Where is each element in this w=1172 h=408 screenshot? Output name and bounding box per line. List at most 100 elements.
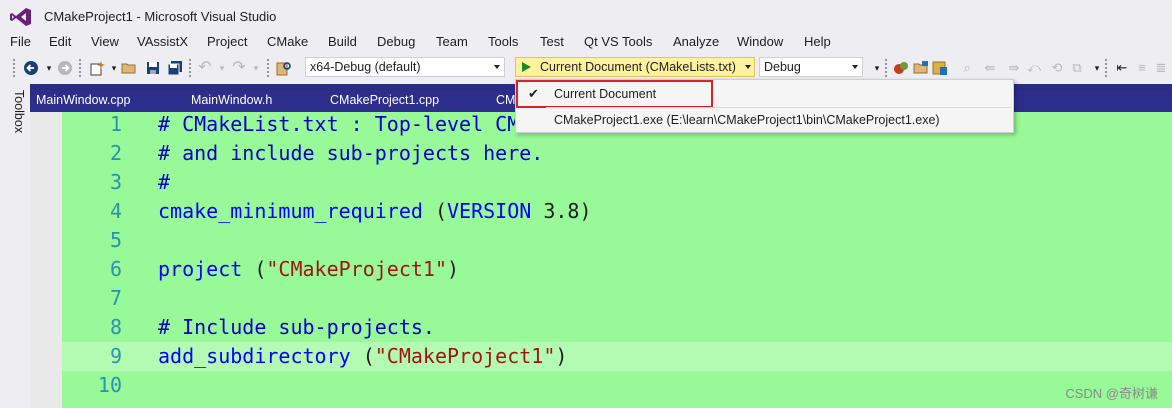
- search-icon[interactable]: ⌕: [958, 59, 976, 77]
- solution-platform-combo[interactable]: x64-Debug (default): [305, 57, 505, 77]
- code-token: # Include sub-projects.: [158, 315, 435, 339]
- code-line[interactable]: 3 #: [62, 168, 1172, 197]
- code-token: VERSION: [447, 199, 532, 223]
- configuration-value: Debug: [764, 60, 801, 74]
- menu-cmake[interactable]: CMake: [267, 34, 308, 49]
- startup-item-run-button[interactable]: Current Document (CMakeLists.txt): [515, 57, 755, 77]
- code-token: ): [447, 257, 460, 281]
- toolbar-grip[interactable]: [188, 58, 192, 78]
- open-file-icon[interactable]: [120, 59, 138, 77]
- line-number: 2: [109, 141, 122, 165]
- solution-platform-value: x64-Debug (default): [310, 60, 421, 74]
- redo-dropdown-icon[interactable]: ▾: [247, 59, 265, 77]
- toolbar-grip[interactable]: [12, 58, 16, 78]
- line-number: 1: [109, 112, 122, 136]
- menu-build[interactable]: Build: [328, 34, 357, 49]
- menu-qt-vs-tools[interactable]: Qt VS Tools: [584, 34, 652, 49]
- dropdown-item-cmakeproject1-exe[interactable]: CMakeProject1.exe (E:\learn\CMakeProject…: [516, 108, 1013, 132]
- menu-window[interactable]: Window: [737, 34, 783, 49]
- menu-bar: File Edit View VAssistX Project CMake Bu…: [0, 32, 1172, 52]
- code-token: #: [158, 170, 171, 194]
- chevron-down-icon: [852, 65, 858, 69]
- code-token: # CMakeList.txt : Top-level CM: [158, 112, 520, 136]
- code-line[interactable]: 10: [62, 371, 1172, 400]
- forward-icon[interactable]: [56, 59, 74, 77]
- code-token: (: [350, 344, 375, 368]
- configuration-combo[interactable]: Debug: [759, 57, 863, 77]
- code-token: ): [555, 344, 568, 368]
- dropdown-item-label: CMakeProject1.exe (E:\learn\CMakeProject…: [554, 113, 940, 127]
- menu-analyze[interactable]: Analyze: [673, 34, 719, 49]
- folder-view-icon[interactable]: [912, 59, 930, 77]
- save-all-icon[interactable]: [166, 59, 184, 77]
- toolbar-grip[interactable]: [78, 58, 82, 78]
- menu-tools[interactable]: Tools: [488, 34, 518, 49]
- tab-mainwindow-h[interactable]: MainWindow.h: [191, 93, 272, 107]
- toolbar-grip[interactable]: [266, 58, 270, 78]
- menu-file[interactable]: File: [10, 34, 31, 49]
- menu-view[interactable]: View: [91, 34, 119, 49]
- toolbar-grip[interactable]: [884, 58, 888, 78]
- code-line[interactable]: 5: [62, 226, 1172, 255]
- menu-test[interactable]: Test: [540, 34, 564, 49]
- code-text: cmake_minimum_required (VERSION 3.8): [158, 197, 592, 226]
- menu-debug[interactable]: Debug: [377, 34, 415, 49]
- code-text: # Include sub-projects.: [158, 313, 435, 342]
- debug-attach-icon[interactable]: [892, 59, 910, 77]
- bookmark-icon[interactable]: ⧉: [1068, 59, 1086, 77]
- code-token: "CMakeProject1": [374, 344, 556, 368]
- navigate-forward-icon[interactable]: ⇛: [1005, 59, 1023, 77]
- toolbox-tab[interactable]: Toolbox: [6, 90, 26, 133]
- line-number: 3: [109, 170, 122, 194]
- project-icon[interactable]: [931, 59, 949, 77]
- menu-edit[interactable]: Edit: [49, 34, 71, 49]
- navigate-back-icon[interactable]: ⇚: [981, 59, 999, 77]
- code-line[interactable]: 4 cmake_minimum_required (VERSION 3.8): [62, 197, 1172, 226]
- code-token: 3.8): [531, 199, 592, 223]
- refresh-icon[interactable]: ⟲: [1048, 59, 1066, 77]
- code-line[interactable]: 9 add_subdirectory ("CMakeProject1"): [62, 342, 1172, 371]
- code-token: "CMakeProject1": [266, 257, 448, 281]
- standard-toolbar: ▾ ▾ ↶ ▾ ↷ ▾ x64-Debug (default) Current …: [0, 54, 1172, 82]
- code-line[interactable]: 6 project ("CMakeProject1"): [62, 255, 1172, 284]
- code-text: project ("CMakeProject1"): [158, 255, 459, 284]
- indent-icon[interactable]: ⇤: [1113, 59, 1131, 77]
- line-number: 7: [109, 286, 122, 310]
- code-text: #: [158, 168, 170, 197]
- tab-mainwindow-cpp[interactable]: MainWindow.cpp: [36, 93, 131, 107]
- menu-team[interactable]: Team: [436, 34, 468, 49]
- title-bar: CMakeProject1 - Microsoft Visual Studio: [0, 0, 1172, 32]
- find-icon[interactable]: [275, 59, 293, 77]
- code-token: project: [158, 257, 243, 281]
- code-line[interactable]: 7: [62, 284, 1172, 313]
- line-number: 6: [109, 257, 122, 281]
- watermark: CSDN @奇树谦: [1065, 386, 1158, 401]
- back-icon[interactable]: [22, 59, 40, 77]
- tab-cmakeproject1-cpp[interactable]: CMakeProject1.cpp: [330, 93, 439, 107]
- comment-icon[interactable]: ≡: [1133, 59, 1151, 77]
- code-token: (: [422, 199, 447, 223]
- visual-studio-logo-icon: [10, 8, 31, 26]
- menu-help[interactable]: Help: [804, 34, 831, 49]
- line-number: 8: [109, 315, 122, 339]
- uncomment-icon[interactable]: ≣: [1152, 59, 1170, 77]
- line-number: 4: [109, 199, 122, 223]
- chevron-down-icon: [494, 65, 500, 69]
- menu-project[interactable]: Project: [207, 34, 247, 49]
- toolbar-grip[interactable]: [1104, 58, 1108, 78]
- code-line[interactable]: 2 # and include sub-projects here.: [62, 139, 1172, 168]
- line-number: 10: [97, 373, 122, 397]
- new-project-icon[interactable]: [88, 59, 106, 77]
- save-icon[interactable]: [144, 59, 162, 77]
- line-number: 5: [109, 228, 122, 252]
- play-icon: [522, 62, 531, 72]
- undo-icon[interactable]: ↶: [196, 59, 214, 77]
- menu-vassistx[interactable]: VAssistX: [137, 34, 188, 49]
- tab-cmakelists-txt[interactable]: CM: [496, 93, 515, 107]
- undo-dropdown-icon[interactable]: ▾: [213, 59, 231, 77]
- code-line[interactable]: 8 # Include sub-projects.: [62, 313, 1172, 342]
- chevron-down-icon[interactable]: [745, 65, 751, 69]
- code-token: cmake_minimum_required: [158, 199, 423, 223]
- redo-icon[interactable]: ↷: [230, 59, 248, 77]
- step-icon[interactable]: ⤺: [1025, 59, 1043, 77]
